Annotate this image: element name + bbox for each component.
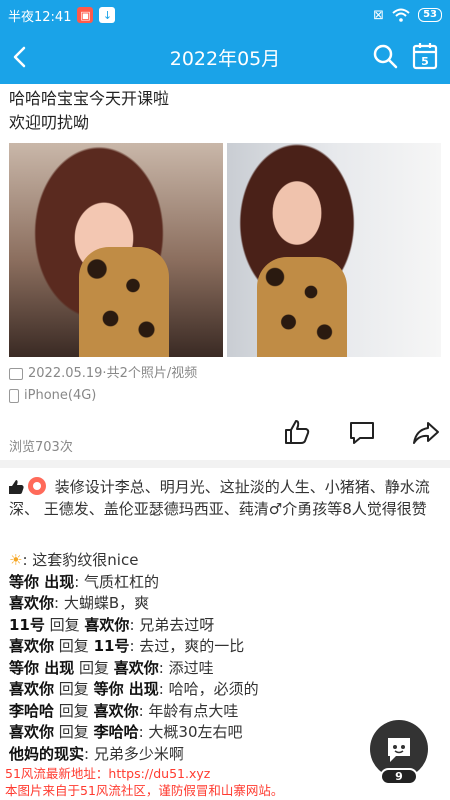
comment-author: 喜欢你 [9, 637, 55, 655]
phone-icon [9, 389, 19, 403]
thumbs-up-icon [9, 480, 24, 494]
view-count: 浏览703次 [9, 439, 73, 455]
calendar-icon[interactable]: 5 [412, 42, 438, 70]
search-icon[interactable] [372, 43, 398, 69]
comment-reply-to: 喜欢你 [113, 658, 159, 677]
comment-item[interactable]: 李哈哈 回复 喜欢你: 年龄有点大哇 [9, 701, 441, 723]
post-meta: 2022.05.19·共2个照片/视频 iPhone(4G) [0, 357, 450, 407]
comment-prefix-icon: ☀ [9, 551, 23, 569]
like-icon[interactable] [283, 418, 311, 446]
calendar-day: 5 [421, 55, 429, 68]
divider [0, 460, 450, 468]
comment-text: : 大蝴蝶B，爽 [54, 594, 150, 612]
battery-icon: 53 [418, 8, 442, 22]
comment-text: : 兄弟去过呀 [129, 615, 215, 634]
chat-bot-icon [388, 738, 410, 762]
comment-text: : 去过，爽的一比 [129, 637, 245, 655]
post-text: 哈哈哈宝宝今天开课啦 欢迎叨扰呦 [0, 84, 450, 135]
comment-reply-to: 11号 [93, 637, 130, 655]
sim-off-icon: ⊠ [373, 7, 385, 23]
comment-reply-label: 回复 [74, 658, 114, 677]
post-photo-1[interactable] [9, 143, 223, 357]
photo-subject [257, 257, 347, 357]
comment-text: : 年龄有点大哇 [138, 701, 239, 720]
share-icon[interactable] [412, 419, 440, 447]
comment-reply-to: 李哈哈 [93, 723, 139, 741]
comment-author: 他妈的现实 [9, 744, 85, 763]
fab-badge: 9 [380, 768, 418, 785]
image-icon [9, 368, 23, 380]
post-photo-2[interactable] [227, 143, 441, 357]
comment-text: : 哈哈，必须的 [158, 680, 259, 698]
header: 半夜12:41 ▣ ↓ ⊠ 53 2022年05月 5 [0, 0, 450, 84]
comment-reply-to: 喜欢你 [93, 701, 139, 720]
comment-item[interactable]: 等你 出现: 气质杠杠的 [9, 572, 441, 594]
comment-item[interactable]: 喜欢你 回复 11号: 去过，爽的一比 [9, 636, 441, 658]
nav-bar: 2022年05月 5 [0, 30, 450, 84]
post-text-line2: 欢迎叨扰呦 [9, 113, 90, 132]
comment-author: 喜欢你 [9, 680, 55, 698]
status-bar: 半夜12:41 ▣ ↓ ⊠ 53 [0, 0, 450, 30]
photo-grid [0, 135, 450, 357]
comment-author: 喜欢你 [9, 723, 55, 741]
post: 哈哈哈宝宝今天开课啦 欢迎叨扰呦 2022.05.19·共2个照片/视频 iPh… [0, 84, 450, 475]
comment-text: : 大概30左右吧 [138, 723, 243, 741]
comment-author: 11号 [9, 615, 45, 634]
comment-reply-label: 回复 [54, 637, 94, 655]
comment-item[interactable]: 喜欢你: 大蝴蝶B，爽 [9, 593, 441, 615]
comment-text: : 这套豹纹很nice [22, 551, 139, 569]
post-device: iPhone(4G) [24, 388, 97, 403]
wifi-icon [392, 8, 410, 22]
comment-author: 李哈哈 [9, 701, 55, 720]
comment-reply-label: 回复 [54, 701, 94, 720]
comment-text: : 兄弟多少米啊 [84, 744, 184, 763]
comment-reply-label: 回复 [54, 723, 94, 741]
comment-reply-label: 回复 [54, 680, 94, 698]
likes-section: 装修设计李总、明月光、这扯淡的人生、小猪猪、静水流深、 王德发、盖伦亚瑟德玛西亚… [9, 476, 441, 520]
comment-text: : 添过哇 [158, 658, 214, 677]
status-time: 半夜12:41 [8, 9, 72, 25]
download-icon: ↓ [99, 7, 116, 23]
likes-text[interactable]: 装修设计李总、明月光、这扯淡的人生、小猪猪、静水流深、 王德发、盖伦亚瑟德玛西亚… [9, 478, 430, 518]
comment-text: : 气质杠杠的 [74, 572, 160, 591]
comment-author: 等你 出现 [9, 572, 75, 591]
watermark-line2: 本图片来自于51风流社区，谨防假冒和山寨网站。 [5, 783, 284, 798]
post-date-info: 2022.05.19·共2个照片/视频 [28, 366, 198, 381]
heart-icon [28, 477, 46, 495]
comment-item[interactable]: 等你 出现 回复 喜欢你: 添过哇 [9, 658, 441, 680]
comment-item[interactable]: 喜欢你 回复 等你 出现: 哈哈，必须的 [9, 679, 441, 701]
comment-author: 等你 出现 [9, 658, 75, 677]
comment-icon[interactable] [348, 419, 376, 447]
comment-reply-to: 喜欢你 [84, 615, 130, 634]
comment-reply-label: 回复 [44, 615, 85, 634]
post-text-line1: 哈哈哈宝宝今天开课啦 [9, 89, 170, 108]
comment-item[interactable]: 11号 回复 喜欢你: 兄弟去过呀 [9, 615, 441, 637]
comment-reply-to: 等你 出现 [93, 680, 159, 698]
comment-item[interactable]: ☀: 这套豹纹很nice [9, 550, 441, 572]
comment-author: 喜欢你 [9, 594, 55, 612]
photo-subject [79, 247, 169, 357]
notification-icon: ▣ [77, 7, 94, 23]
